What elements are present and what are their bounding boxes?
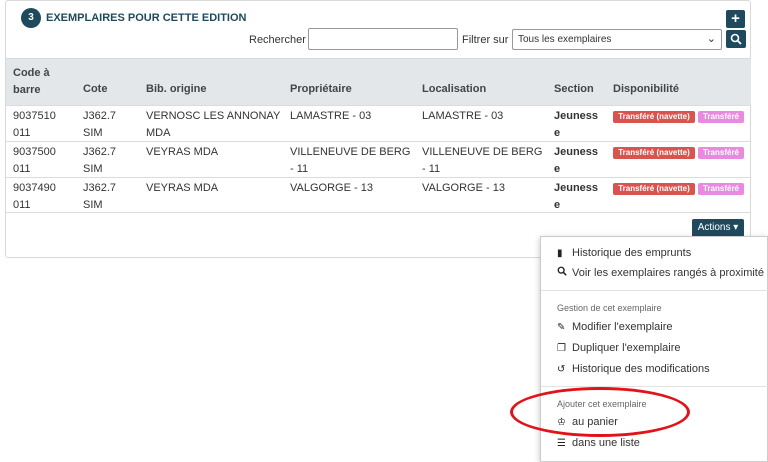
cell-code: 9037510011 (13, 110, 56, 139)
cell-cote: J362.7 SIM (83, 182, 117, 211)
cell-code: 9037490011 (13, 182, 56, 211)
menu-item-label: Historique des modifications (572, 363, 710, 375)
cell-cote: J362.7 SIM (83, 146, 117, 175)
cell-section: Jeunesse (554, 110, 599, 139)
column-header-cote[interactable]: Cote (83, 81, 107, 98)
filter-select[interactable]: Tous les exemplaires ⌄ (512, 29, 722, 50)
search-button[interactable] (726, 30, 746, 48)
menu-item-history[interactable]: ▮ Historique des emprunts (557, 247, 691, 259)
list-icon: ☰ (557, 438, 566, 449)
table-row: 9037490011 J362.7 SIM VEYRAS MDA VALGORG… (6, 177, 751, 213)
table-row: 9037510011 J362.7 SIM VERNOSC LES ANNONA… (6, 105, 751, 141)
annotation-ellipse (510, 387, 690, 437)
cell-proprietaire: LAMASTRE - 03 (290, 110, 372, 122)
cell-bib-origine: VEYRAS MDA (146, 146, 219, 158)
menu-item-nearby[interactable]: Voir les exemplaires rangés à proximité (557, 266, 764, 279)
history-icon: ↺ (557, 364, 566, 375)
status-badge-navette: Transféré (navette) (613, 183, 695, 195)
cell-localisation: VALGORGE - 13 (422, 182, 505, 194)
book-icon: ▮ (557, 248, 563, 259)
search-icon (557, 266, 569, 279)
table-row: 9037500011 J362.7 SIM VEYRAS MDA VILLENE… (6, 141, 751, 177)
menu-item-duplicate[interactable]: ❐ Dupliquer l'exemplaire (557, 342, 681, 354)
plus-icon: + (731, 10, 740, 27)
table-divider (6, 212, 751, 213)
menu-header-manage: Gestion de cet exemplaire (557, 303, 662, 313)
panel-title: EXEMPLAIRES POUR CETTE EDITION (46, 12, 247, 24)
menu-item-edit[interactable]: ✎ Modifier l'exemplaire (557, 321, 673, 333)
status-badge-navette: Transféré (navette) (613, 147, 695, 159)
menu-item-changes[interactable]: ↺ Historique des modifications (557, 363, 710, 375)
search-input[interactable] (308, 28, 458, 50)
edit-icon: ✎ (557, 322, 566, 333)
status-badge-transfere: Transféré (698, 111, 744, 123)
copy-icon: ❐ (557, 343, 566, 354)
menu-item-list[interactable]: ☰ dans une liste (557, 437, 640, 449)
menu-divider (541, 290, 768, 291)
search-label: Rechercher (249, 34, 306, 46)
count-badge: 3 (21, 8, 41, 28)
cell-section: Jeunesse (554, 182, 599, 211)
menu-item-label: Modifier l'exemplaire (572, 321, 673, 333)
status-badge-navette: Transféré (navette) (613, 111, 695, 123)
cell-bib-origine: VERNOSC LES ANNONAY MDA (146, 110, 281, 139)
chevron-down-icon: ⌄ (706, 33, 716, 45)
cell-bib-origine: VEYRAS MDA (146, 182, 219, 194)
status-badge-transfere: Transféré (698, 183, 744, 195)
menu-divider (541, 386, 768, 387)
filter-label: Filtrer sur (462, 34, 509, 46)
menu-item-label: Dupliquer l'exemplaire (572, 342, 681, 354)
actions-button[interactable]: Actions ▾ (692, 219, 744, 237)
table-header: Code à barre Cote Bib. origine Propriéta… (6, 58, 751, 105)
cell-proprietaire: VALGORGE - 13 (290, 182, 373, 194)
add-exemplaire-button[interactable]: + (726, 10, 745, 28)
column-header-code[interactable]: Code à barre (13, 65, 59, 99)
cell-section: Jeunesse (554, 146, 599, 175)
column-header-localisation[interactable]: Localisation (422, 81, 486, 98)
search-icon (730, 33, 742, 45)
column-header-bib[interactable]: Bib. origine (146, 81, 207, 98)
menu-item-label: Historique des emprunts (572, 247, 692, 259)
cell-proprietaire: VILLENEUVE DE BERG - 11 (290, 146, 411, 175)
cell-code: 9037500011 (13, 146, 56, 175)
column-header-proprietaire[interactable]: Propriétaire (290, 81, 352, 98)
column-header-section[interactable]: Section (554, 81, 594, 98)
cell-cote: J362.7 SIM (83, 110, 117, 139)
cell-localisation: VILLENEUVE DE BERG - 11 (422, 146, 543, 175)
filter-select-value: Tous les exemplaires (518, 34, 612, 45)
status-badge-transfere: Transféré (698, 147, 744, 159)
column-header-disponibilite[interactable]: Disponibilité (613, 81, 679, 98)
cell-localisation: LAMASTRE - 03 (422, 110, 504, 122)
menu-item-label: dans une liste (572, 437, 640, 449)
menu-item-label: Voir les exemplaires rangés à proximité (572, 267, 764, 279)
